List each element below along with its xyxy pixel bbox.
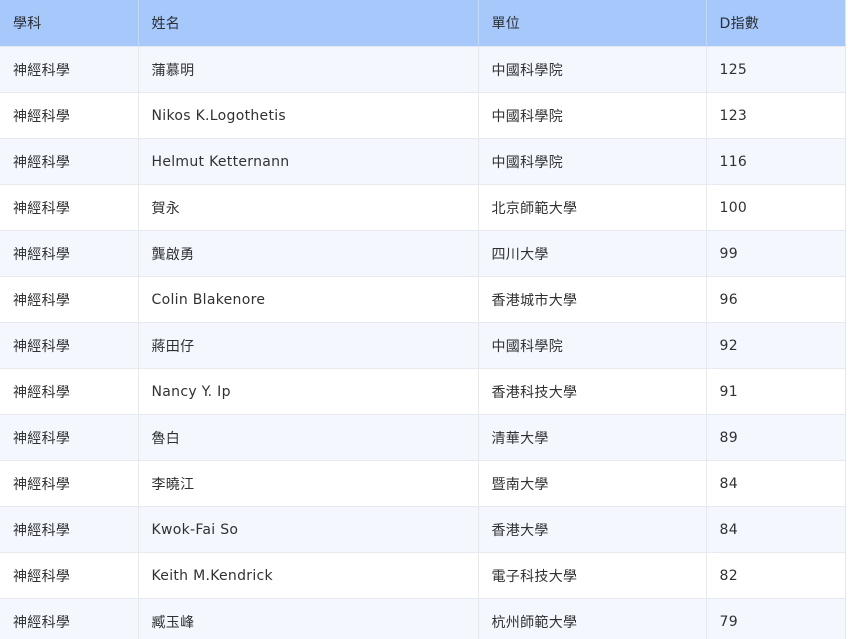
cell-name: Kwok-Fai So <box>138 506 479 553</box>
cell-unit: 四川大學 <box>478 230 707 277</box>
table-row[interactable]: 神經科學 Kwok-Fai So 香港大學 84 <box>0 506 845 553</box>
cell-d-index: 92 <box>706 322 845 369</box>
cell-name: Colin Blakenore <box>138 276 479 323</box>
column-header-subject[interactable]: 學科 <box>0 0 139 47</box>
cell-unit: 香港大學 <box>478 506 707 553</box>
column-header-unit[interactable]: 單位 <box>478 0 707 47</box>
cell-name: 李曉江 <box>138 460 479 507</box>
cell-subject: 神經科學 <box>0 46 139 93</box>
cell-d-index: 123 <box>706 92 845 139</box>
cell-d-index: 91 <box>706 368 845 415</box>
cell-subject: 神經科學 <box>0 460 139 507</box>
cell-subject: 神經科學 <box>0 598 139 639</box>
cell-unit: 北京師範大學 <box>478 184 707 231</box>
ranking-table-container: 學科 姓名 單位 D指數 神經科學 蒲慕明 中國科學院 125 神經科學 Nikos K.… <box>0 0 846 639</box>
table-row[interactable]: 神經科學 魯白 清華大學 89 <box>0 414 845 461</box>
cell-d-index: 82 <box>706 552 845 599</box>
cell-unit: 中國科學院 <box>478 138 707 185</box>
column-header-name[interactable]: 姓名 <box>138 0 479 47</box>
table-row[interactable]: 神經科學 Colin Blakenore 香港城市大學 96 <box>0 276 845 323</box>
cell-d-index: 116 <box>706 138 845 185</box>
cell-subject: 神經科學 <box>0 184 139 231</box>
cell-subject: 神經科學 <box>0 552 139 599</box>
table-row[interactable]: 神經科學 龔啟勇 四川大學 99 <box>0 230 845 277</box>
cell-name: Helmut Ketternann <box>138 138 479 185</box>
cell-unit: 香港科技大學 <box>478 368 707 415</box>
column-header-d-index[interactable]: D指數 <box>706 0 845 47</box>
cell-name: 魯白 <box>138 414 479 461</box>
table-row[interactable]: 神經科學 Helmut Ketternann 中國科學院 116 <box>0 138 845 185</box>
cell-subject: 神經科學 <box>0 138 139 185</box>
cell-name: 龔啟勇 <box>138 230 479 277</box>
cell-subject: 神經科學 <box>0 322 139 369</box>
ranking-table: 學科 姓名 單位 D指數 神經科學 蒲慕明 中國科學院 125 神經科學 Nikos K.… <box>0 0 845 639</box>
table-row[interactable]: 神經科學 Nancy Y. Ip 香港科技大學 91 <box>0 368 845 415</box>
cell-name: Nikos K.Logothetis <box>138 92 479 139</box>
cell-name: Nancy Y. Ip <box>138 368 479 415</box>
table-row[interactable]: 神經科學 李曉江 暨南大學 84 <box>0 460 845 507</box>
cell-name: Keith M.Kendrick <box>138 552 479 599</box>
table-row[interactable]: 神經科學 Keith M.Kendrick 電子科技大學 82 <box>0 552 845 599</box>
cell-unit: 中國科學院 <box>478 46 707 93</box>
cell-d-index: 125 <box>706 46 845 93</box>
cell-subject: 神經科學 <box>0 368 139 415</box>
cell-unit: 中國科學院 <box>478 322 707 369</box>
cell-d-index: 79 <box>706 598 845 639</box>
table-row[interactable]: 神經科學 賀永 北京師範大學 100 <box>0 184 845 231</box>
cell-unit: 電子科技大學 <box>478 552 707 599</box>
cell-unit: 清華大學 <box>478 414 707 461</box>
table-row[interactable]: 神經科學 蔣田仔 中國科學院 92 <box>0 322 845 369</box>
cell-subject: 神經科學 <box>0 230 139 277</box>
cell-subject: 神經科學 <box>0 92 139 139</box>
table-header: 學科 姓名 單位 D指數 <box>0 0 845 47</box>
cell-name: 蒲慕明 <box>138 46 479 93</box>
cell-unit: 中國科學院 <box>478 92 707 139</box>
cell-d-index: 99 <box>706 230 845 277</box>
cell-unit: 暨南大學 <box>478 460 707 507</box>
cell-d-index: 100 <box>706 184 845 231</box>
cell-unit: 杭州師範大學 <box>478 598 707 639</box>
table-row[interactable]: 神經科學 蒲慕明 中國科學院 125 <box>0 46 845 93</box>
cell-name: 蔣田仔 <box>138 322 479 369</box>
table-body: 神經科學 蒲慕明 中國科學院 125 神經科學 Nikos K.Logothetis 中國科… <box>0 46 845 639</box>
cell-subject: 神經科學 <box>0 506 139 553</box>
cell-name: 臧玉峰 <box>138 598 479 639</box>
cell-name: 賀永 <box>138 184 479 231</box>
header-row: 學科 姓名 單位 D指數 <box>0 0 845 47</box>
cell-d-index: 84 <box>706 460 845 507</box>
cell-d-index: 96 <box>706 276 845 323</box>
cell-d-index: 89 <box>706 414 845 461</box>
cell-unit: 香港城市大學 <box>478 276 707 323</box>
cell-subject: 神經科學 <box>0 414 139 461</box>
table-row[interactable]: 神經科學 Nikos K.Logothetis 中國科學院 123 <box>0 92 845 139</box>
table-row[interactable]: 神經科學 臧玉峰 杭州師範大學 79 <box>0 598 845 639</box>
cell-d-index: 84 <box>706 506 845 553</box>
cell-subject: 神經科學 <box>0 276 139 323</box>
